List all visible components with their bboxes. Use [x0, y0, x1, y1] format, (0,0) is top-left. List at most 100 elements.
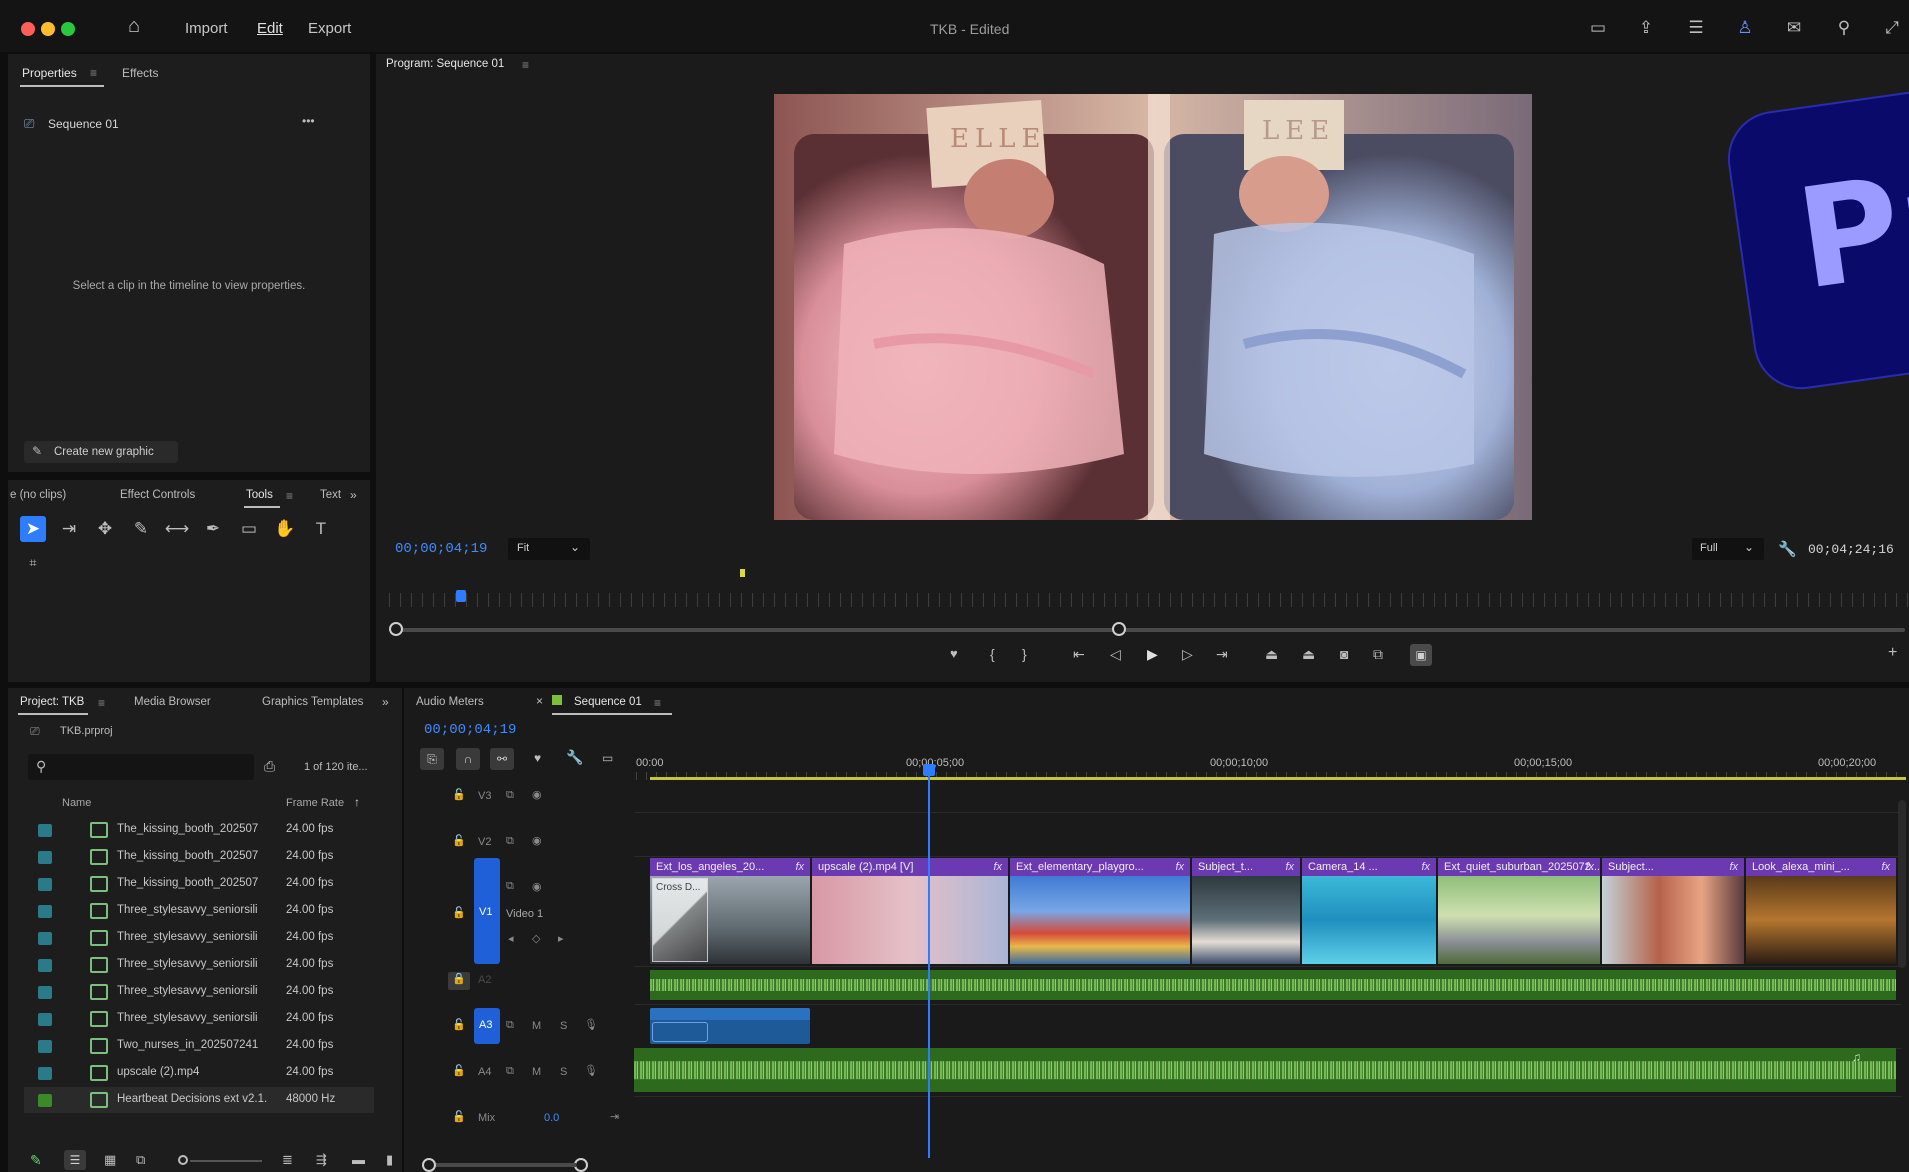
tab-menu-icon[interactable]: ≡ — [98, 696, 105, 710]
h-scroll-handle-left[interactable] — [422, 1158, 436, 1172]
panel-overflow-button[interactable]: » — [382, 695, 389, 709]
eye-icon[interactable]: ◉ — [532, 788, 542, 801]
add-marker-icon[interactable]: ♥ — [950, 646, 958, 661]
wrench-icon[interactable]: 🔧 — [1778, 540, 1797, 558]
video-clip[interactable]: Subject... fx — [1602, 858, 1744, 964]
safe-margins-icon[interactable]: ▣ — [1410, 644, 1432, 666]
sync-lock-icon[interactable]: ⧉ — [506, 1065, 514, 1078]
lock-icon[interactable]: 🔓 — [452, 1110, 466, 1123]
comparison-view-icon[interactable]: ⧉ — [1373, 646, 1383, 663]
microphone-icon[interactable]: 🎙 — [584, 1064, 598, 1077]
tab-properties[interactable]: Properties — [22, 66, 77, 80]
tab-sequence[interactable]: Sequence 01 — [574, 696, 642, 708]
project-list-item[interactable]: The_kissing_booth_202507 24.00 fps — [24, 871, 374, 897]
add-button-icon[interactable]: + — [1888, 644, 1897, 662]
label-color-swatch[interactable] — [38, 1040, 52, 1053]
nest-icon[interactable]: ⎘ — [420, 748, 444, 770]
menu-import[interactable]: Import — [185, 20, 228, 37]
audio-clip-a2[interactable] — [650, 970, 1896, 1000]
track-v1-name[interactable]: Video 1 — [506, 908, 543, 920]
video-clip[interactable]: Ext_quiet_suburban_2025072... fx — [1438, 858, 1600, 964]
project-list-item[interactable]: Three_stylesavvy_seniorsili 24.00 fps — [24, 979, 374, 1005]
project-list-item[interactable]: Three_stylesavvy_seniorsili 24.00 fps — [24, 898, 374, 924]
tab-tools[interactable]: Tools — [246, 489, 273, 501]
add-keyframe-icon[interactable]: ◇ — [532, 932, 540, 945]
video-clip[interactable]: Look_alexa_mini_... fx — [1746, 858, 1896, 964]
list-view-icon[interactable]: ☰ — [64, 1150, 86, 1170]
lock-icon[interactable]: 🔓 — [452, 1064, 466, 1077]
wrench-icon[interactable]: 🔧 — [566, 749, 583, 766]
lock-icon[interactable]: 🔓 — [452, 788, 466, 801]
eye-icon[interactable]: ◉ — [532, 880, 542, 893]
next-keyframe-icon[interactable]: ▸ — [558, 932, 564, 945]
video-clip[interactable]: Ext_elementary_playgro... fx — [1010, 858, 1190, 964]
video-clip[interactable]: upscale (2).mp4 [V] fx — [812, 858, 1008, 964]
new-bin-icon[interactable]: ⎙ — [264, 758, 275, 775]
home-icon[interactable]: ⌂ — [128, 15, 140, 38]
track-a4-label[interactable]: A4 — [478, 1066, 491, 1078]
lock-icon[interactable]: 🔓 — [452, 834, 466, 847]
label-color-swatch[interactable] — [38, 1013, 52, 1026]
automate-icon[interactable]: ⇶ — [316, 1152, 327, 1168]
add-marker-icon[interactable]: ♥ — [534, 751, 541, 765]
extract-icon[interactable]: ⏏ — [1302, 646, 1315, 663]
new-item-icon[interactable]: ▮ — [386, 1152, 393, 1168]
sort-icon[interactable]: ≣ — [282, 1152, 293, 1168]
zoom-window-button[interactable] — [61, 22, 75, 36]
lock-icon[interactable]: 🔒 — [448, 972, 470, 990]
scroll-handle-right[interactable] — [1112, 622, 1126, 636]
tab-source[interactable]: e (no clips) — [10, 489, 66, 501]
go-to-end-icon[interactable]: ⇥ — [610, 1110, 619, 1123]
menu-export[interactable]: Export — [308, 20, 351, 37]
step-back-icon[interactable]: ◁ — [1110, 646, 1121, 663]
rectangle-tool-icon[interactable]: ▭ — [236, 516, 262, 542]
label-color-swatch[interactable] — [38, 1094, 52, 1107]
tab-menu-icon[interactable]: ≡ — [286, 489, 293, 503]
timeline-timecode[interactable]: 00;00;04;19 — [424, 722, 516, 738]
slip-tool-icon[interactable]: ⟷ — [164, 516, 190, 542]
captions-icon[interactable]: ▭ — [602, 751, 613, 765]
hand-tool-icon[interactable]: ✋ — [272, 516, 298, 542]
mute-button[interactable]: M — [532, 1020, 541, 1032]
sync-lock-icon[interactable]: ⧉ — [506, 789, 514, 802]
list-settings-icon[interactable]: ☰ — [1686, 18, 1706, 38]
label-color-swatch[interactable] — [38, 986, 52, 999]
video-clip[interactable]: Subject_t... fx — [1192, 858, 1300, 964]
quality-dropdown[interactable]: Full ⌄ — [1692, 538, 1764, 560]
pencil-icon[interactable]: ✎ — [30, 1152, 42, 1169]
create-graphic-button[interactable]: ✎ Create new graphic — [24, 441, 178, 463]
project-list-item[interactable]: Three_stylesavvy_seniorsili 24.00 fps — [24, 925, 374, 951]
audio-clip-a3[interactable] — [650, 1008, 810, 1044]
prev-keyframe-icon[interactable]: ◂ — [508, 932, 514, 945]
workspace-panel-icon[interactable]: ▭ — [1588, 18, 1608, 38]
mark-in-icon[interactable]: { — [990, 646, 995, 662]
tab-graphics-templates[interactable]: Graphics Templates — [262, 696, 363, 708]
sort-arrow-icon[interactable]: ↑ — [354, 795, 360, 809]
minimize-window-button[interactable] — [41, 22, 55, 36]
export-frame-icon[interactable]: ◙ — [1340, 646, 1348, 662]
selection-tool-icon[interactable]: ➤ — [20, 516, 46, 542]
track-v1-target[interactable]: V1 — [474, 858, 500, 964]
project-list-item[interactable]: Two_nurses_in_202507241 24.00 fps — [24, 1033, 374, 1059]
project-list-item[interactable]: The_kissing_booth_202507 24.00 fps — [24, 844, 374, 870]
label-color-swatch[interactable] — [38, 851, 52, 864]
ripple-edit-icon[interactable]: ✥ — [92, 516, 118, 542]
mix-volume-value[interactable]: 0.0 — [544, 1112, 559, 1124]
snap-icon[interactable]: ∩ — [456, 748, 480, 770]
cross-dissolve-transition[interactable]: Cross D... — [652, 878, 708, 962]
column-frame-rate[interactable]: Frame Rate — [286, 797, 344, 809]
share-icon[interactable]: ⇪ — [1636, 18, 1656, 38]
track-a3-target[interactable]: A3 — [474, 1008, 500, 1044]
column-name[interactable]: Name — [62, 797, 91, 809]
mark-out-icon[interactable]: } — [1022, 646, 1027, 662]
program-timecode[interactable]: 00;00;04;19 — [395, 541, 487, 557]
monitor-playhead[interactable] — [456, 590, 466, 602]
zoom-slider-track[interactable] — [190, 1160, 262, 1162]
go-to-in-icon[interactable]: ⇤ — [1073, 646, 1085, 663]
tab-media-browser[interactable]: Media Browser — [134, 696, 211, 708]
lock-icon[interactable]: 🔓 — [452, 906, 466, 919]
label-color-swatch[interactable] — [38, 905, 52, 918]
search-icon[interactable]: ⚲ — [1834, 18, 1854, 38]
razor-icon[interactable]: ✎ — [128, 516, 154, 542]
solo-button[interactable]: S — [560, 1066, 567, 1078]
